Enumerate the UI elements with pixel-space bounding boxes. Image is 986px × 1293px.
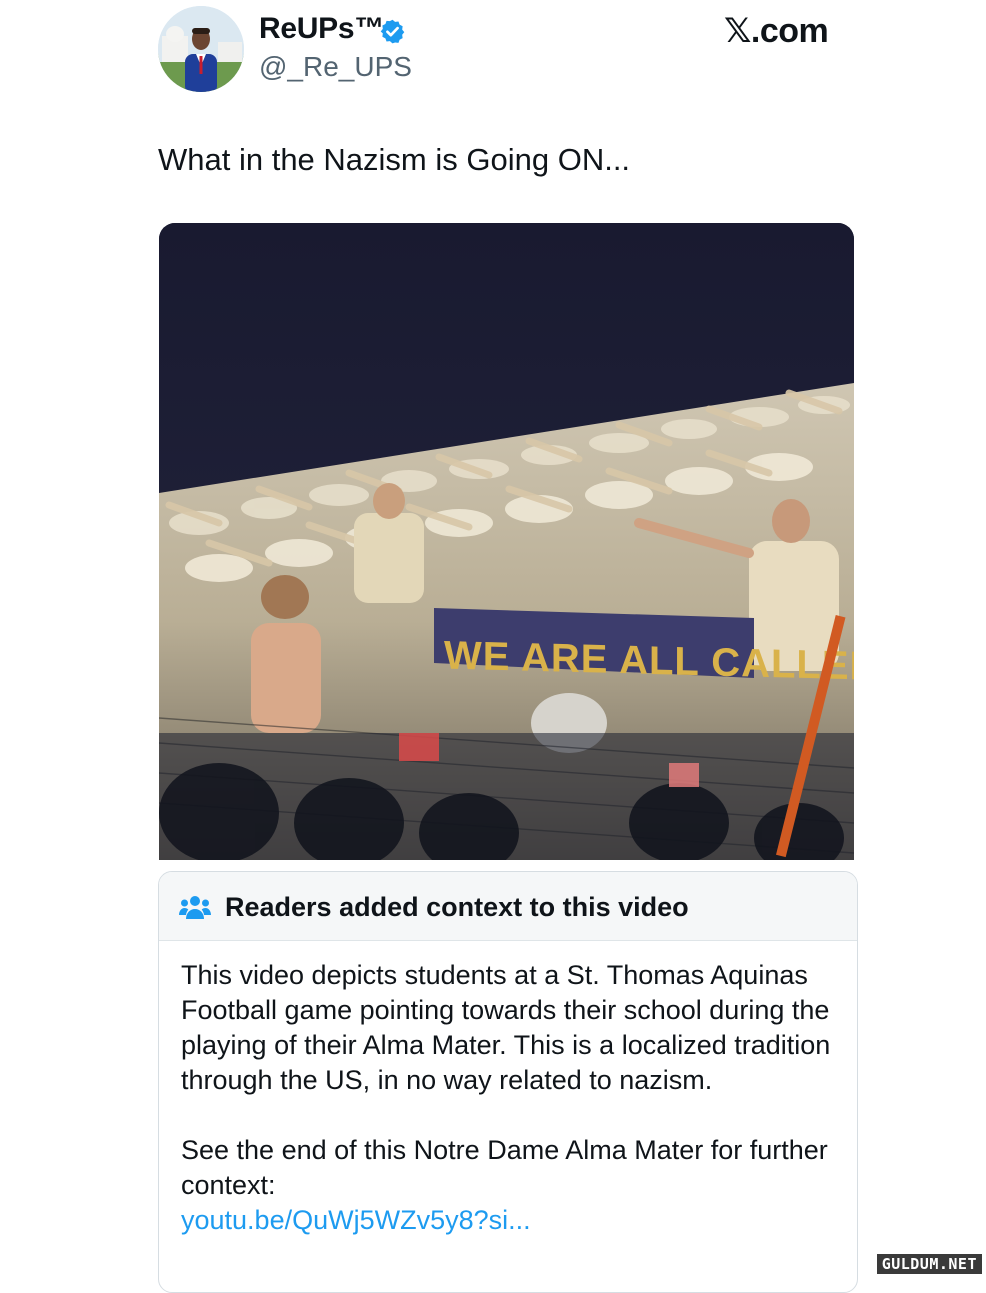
people-icon xyxy=(179,896,211,919)
display-name[interactable]: ReUPs™ xyxy=(259,12,384,46)
verified-badge-icon xyxy=(380,19,405,44)
community-note-paragraph: This video depicts students at a St. Tho… xyxy=(181,960,831,1095)
watermark: GULDUM.NET xyxy=(876,1254,982,1274)
community-note-body: This video depicts students at a St. Tho… xyxy=(181,958,841,1238)
community-note-title: Readers added context to this video xyxy=(225,892,689,922)
tweet-text: What in the Nazism is Going ON... xyxy=(158,142,631,177)
tweet-video[interactable]: WE ARE ALL CALLED xyxy=(159,223,854,860)
community-note-header: Readers added context to this video xyxy=(159,872,857,941)
user-handle[interactable]: @_Re_UPS xyxy=(259,50,412,84)
community-note: Readers added context to this video This… xyxy=(158,871,858,1293)
community-note-link[interactable]: youtu.be/QuWj5WZv5y8?si... xyxy=(181,1205,531,1235)
source-label: 𝕏.com xyxy=(724,12,829,50)
community-note-paragraph: See the end of this Notre Dame Alma Mate… xyxy=(181,1135,828,1200)
profile-avatar[interactable] xyxy=(158,6,244,92)
